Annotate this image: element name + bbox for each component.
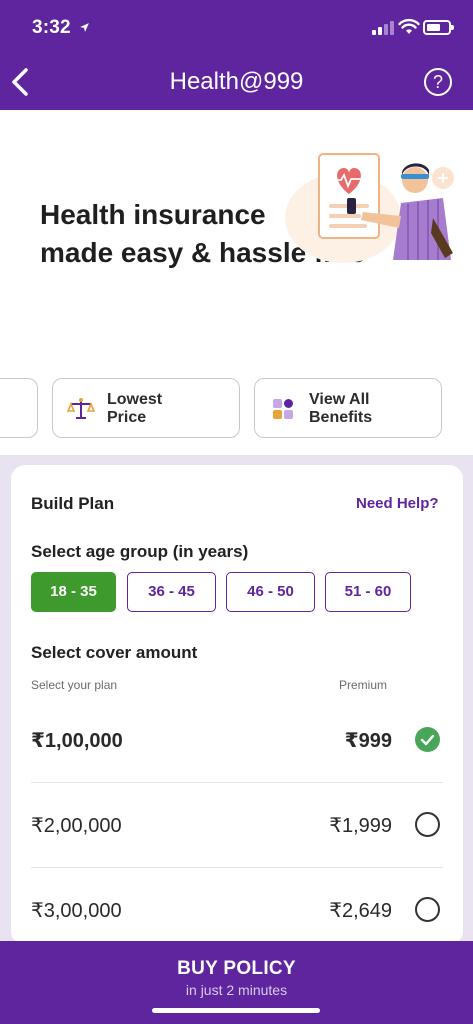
- location-arrow-icon: [79, 21, 90, 36]
- age-option-18-35[interactable]: 18 - 35: [31, 572, 116, 612]
- chip-partial[interactable]: [0, 378, 38, 438]
- cellular-signal-icon: [372, 21, 394, 35]
- divider: [31, 782, 443, 783]
- chip-label: View All Benefits: [309, 391, 373, 426]
- plan-premium: ₹999: [344, 730, 392, 752]
- chip-lowest-price[interactable]: Lowest Price: [52, 378, 240, 438]
- plan-amount: ₹2,00,000: [31, 815, 122, 837]
- chip-view-all-benefits[interactable]: View All Benefits: [254, 378, 442, 438]
- buy-policy-subtitle: in just 2 minutes: [185, 982, 288, 998]
- plan-premium: ₹1,999: [329, 815, 392, 837]
- radio-button[interactable]: [415, 897, 440, 922]
- page-title: Health@999: [169, 68, 304, 95]
- wifi-icon: [398, 18, 420, 36]
- age-group-title: Select age group (in years): [31, 542, 249, 561]
- app-header: 3:32 Health@999 ?: [0, 0, 473, 110]
- grid-icon: [273, 399, 293, 419]
- question-circle-icon[interactable]: ?: [424, 68, 452, 96]
- status-time: 3:32: [32, 17, 90, 39]
- age-option-36-45[interactable]: 36 - 45: [127, 572, 216, 612]
- column-header-premium: Premium: [339, 678, 388, 692]
- plan-amount: ₹3,00,000: [31, 900, 122, 922]
- chip-label: Lowest Price: [107, 391, 163, 426]
- cover-amount-title: Select cover amount: [31, 643, 198, 662]
- scale-icon: [67, 398, 95, 419]
- need-help-link[interactable]: Need Help?: [356, 495, 439, 512]
- buy-policy-label: BUY POLICY: [177, 958, 296, 979]
- plan-premium: ₹2,649: [329, 900, 392, 922]
- age-option-46-50[interactable]: 46 - 50: [226, 572, 315, 612]
- plan-amount: ₹1,00,000: [31, 730, 123, 752]
- help-glyph: ?: [432, 72, 443, 92]
- age-option-51-60[interactable]: 51 - 60: [325, 572, 411, 612]
- status-time-text: 3:32: [32, 17, 71, 38]
- radio-button[interactable]: [415, 812, 440, 837]
- home-indicator[interactable]: [152, 1008, 320, 1013]
- health-illustration: [285, 153, 454, 263]
- divider: [31, 867, 443, 868]
- build-plan-title: Build Plan: [31, 494, 115, 513]
- battery-icon: [423, 20, 454, 35]
- build-plan-card: [11, 465, 463, 945]
- status-bar: 3:32: [0, 0, 473, 56]
- buy-policy-button[interactable]: BUY POLICY in just 2 minutes: [0, 941, 473, 1024]
- column-header-plan: Select your plan: [31, 678, 118, 692]
- check-circle-icon[interactable]: [415, 727, 440, 752]
